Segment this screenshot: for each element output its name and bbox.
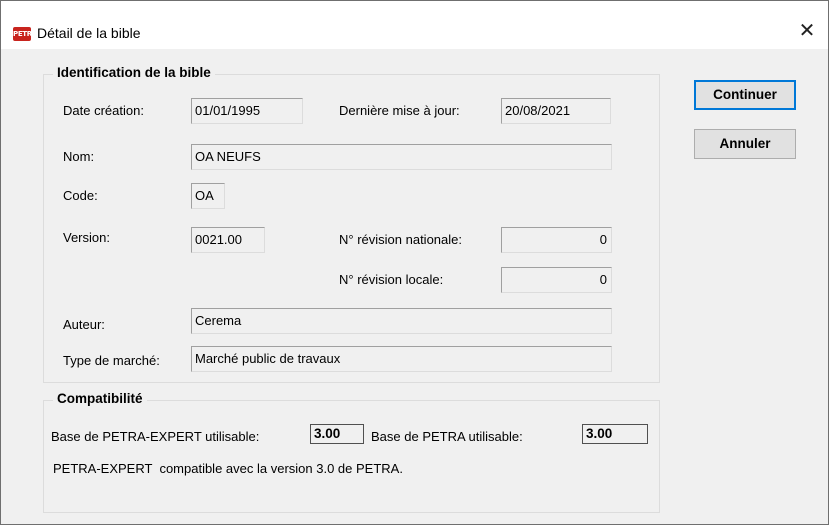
revision-locale-label: N° révision locale: bbox=[339, 272, 444, 287]
derniere-maj-field[interactable]: 20/08/2021 bbox=[501, 98, 611, 124]
compatibility-message: PETRA-EXPERT compatible avec la version … bbox=[53, 461, 403, 476]
date-creation-field[interactable]: 01/01/1995 bbox=[191, 98, 303, 124]
version-label: Version: bbox=[63, 230, 110, 245]
nom-field[interactable]: OA NEUFS bbox=[191, 144, 612, 170]
annuler-button[interactable]: Annuler bbox=[694, 129, 796, 159]
type-marche-label: Type de marché: bbox=[63, 353, 160, 368]
code-label: Code: bbox=[63, 188, 98, 203]
type-marche-field[interactable]: Marché public de travaux bbox=[191, 346, 612, 372]
derniere-maj-label: Dernière mise à jour: bbox=[339, 103, 460, 118]
revision-nationale-field[interactable]: 0 bbox=[501, 227, 612, 253]
revision-nationale-label: N° révision nationale: bbox=[339, 232, 462, 247]
revision-locale-field[interactable]: 0 bbox=[501, 267, 612, 293]
version-field[interactable]: 0021.00 bbox=[191, 227, 265, 253]
nom-label: Nom: bbox=[63, 149, 95, 164]
base-petra-label: Base de PETRA utilisable: bbox=[371, 429, 523, 444]
dialog-window: PETRA Détail de la bible ✕ Identificatio… bbox=[0, 0, 829, 525]
close-icon[interactable]: ✕ bbox=[789, 15, 825, 47]
identification-legend: Identification de la bible bbox=[53, 65, 215, 80]
compatibilite-legend: Compatibilité bbox=[53, 391, 147, 406]
petra-app-icon: PETRA bbox=[13, 27, 37, 41]
app-icon-text: PETRA bbox=[13, 30, 37, 38]
base-expert-label: Base de PETRA-EXPERT utilisable: bbox=[51, 429, 260, 444]
base-expert-value: 3.00 bbox=[310, 424, 364, 444]
compatibilite-group bbox=[43, 400, 660, 513]
continuer-button[interactable]: Continuer bbox=[694, 80, 796, 110]
title-bar[interactable]: PETRA Détail de la bible ✕ bbox=[1, 1, 828, 49]
date-creation-label: Date création: bbox=[63, 103, 144, 118]
base-petra-value: 3.00 bbox=[582, 424, 648, 444]
window-title: Détail de la bible bbox=[37, 25, 141, 41]
auteur-field[interactable]: Cerema bbox=[191, 308, 612, 334]
code-field[interactable]: OA bbox=[191, 183, 225, 209]
auteur-label: Auteur: bbox=[63, 317, 105, 332]
